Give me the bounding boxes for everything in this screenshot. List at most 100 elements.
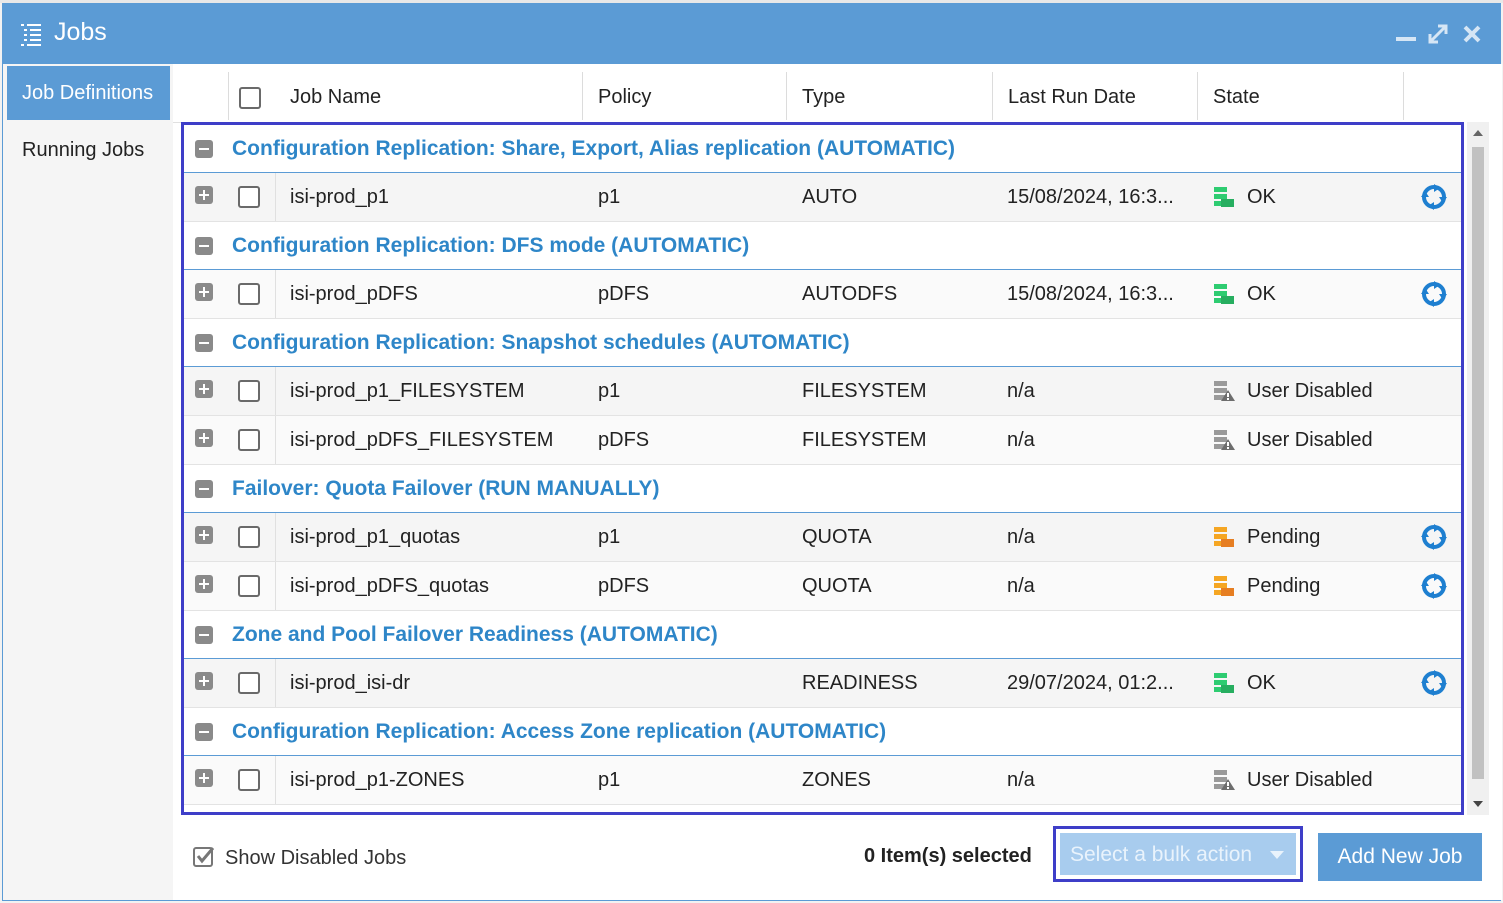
row-checkbox[interactable] xyxy=(238,526,260,548)
close-icon[interactable] xyxy=(1459,21,1485,47)
table-row[interactable]: isi-prod_pDFS_quotas pDFS QUOTA n/a Pending xyxy=(184,562,1461,611)
row-divider xyxy=(275,173,276,221)
row-checkbox[interactable] xyxy=(238,380,260,402)
row-checkbox[interactable] xyxy=(238,769,260,791)
run-now-icon[interactable] xyxy=(1421,573,1447,599)
sidebar-item-running-jobs[interactable]: Running Jobs xyxy=(7,123,170,177)
header-job-name[interactable]: Job Name xyxy=(290,86,381,109)
expand-icon[interactable] xyxy=(195,283,213,301)
header-divider xyxy=(786,72,787,120)
row-checkbox[interactable] xyxy=(238,429,260,451)
expand-icon[interactable] xyxy=(195,526,213,544)
state-cell: Pending xyxy=(1247,575,1321,597)
policy-cell: p1 xyxy=(598,526,621,548)
scrollbar-thumb[interactable] xyxy=(1472,147,1484,779)
main-panel: Job Name Policy Type Last Run Date State… xyxy=(173,64,1502,900)
group-header: Zone and Pool Failover Readiness (AUTOMA… xyxy=(184,611,1461,659)
collapse-icon[interactable] xyxy=(195,237,213,255)
add-new-job-button[interactable]: Add New Job xyxy=(1318,833,1482,881)
table-row[interactable]: isi-prod_pDFS_FILESYSTEM pDFS FILESYSTEM n/… xyxy=(184,416,1461,465)
scroll-down-arrow-icon[interactable] xyxy=(1473,801,1483,807)
state-cell: User Disabled xyxy=(1247,429,1373,451)
last-run-cell: n/a xyxy=(1007,769,1035,791)
job-name-cell: isi-prod_p1_FILESYSTEM xyxy=(290,380,525,402)
last-run-cell: n/a xyxy=(1007,380,1035,402)
chevron-down-icon xyxy=(1270,851,1284,859)
type-cell: QUOTA xyxy=(802,575,872,597)
expand-icon[interactable] xyxy=(195,380,213,398)
header-divider xyxy=(1403,72,1404,120)
collapse-icon[interactable] xyxy=(195,626,213,644)
table-row[interactable]: isi-prod_p1-ZONES p1 ZONES n/a User Disabled xyxy=(184,756,1461,805)
policy-cell: pDFS xyxy=(598,429,650,451)
ok-state-icon xyxy=(1214,673,1234,693)
row-checkbox[interactable] xyxy=(238,575,260,597)
header-policy[interactable]: Policy xyxy=(598,86,651,109)
ok-state-icon xyxy=(1214,187,1234,207)
collapse-icon[interactable] xyxy=(195,140,213,158)
group-header: Configuration Replication: DFS mode (AUT… xyxy=(184,222,1461,270)
collapse-icon[interactable] xyxy=(195,334,213,352)
table-header: Job Name Policy Type Last Run Date State xyxy=(173,72,1464,123)
user-disabled-state-icon xyxy=(1214,381,1235,401)
table-row[interactable]: isi-prod_p1_quotas p1 QUOTA n/a Pending xyxy=(184,513,1461,562)
show-disabled-checkbox[interactable] xyxy=(193,845,215,867)
collapse-icon[interactable] xyxy=(195,480,213,498)
header-divider xyxy=(1197,72,1198,120)
run-now-icon[interactable] xyxy=(1421,281,1447,307)
last-run-cell: 15/08/2024, 16:3... xyxy=(1007,186,1174,208)
expand-icon[interactable] xyxy=(195,186,213,204)
row-checkbox[interactable] xyxy=(238,283,260,305)
bulk-action-dropdown[interactable]: Select a bulk action xyxy=(1060,833,1296,875)
ok-state-icon xyxy=(1214,284,1234,304)
vertical-scrollbar[interactable] xyxy=(1467,122,1489,815)
group-header: Configuration Replication: Access Zone r… xyxy=(184,708,1461,756)
job-name-cell: isi-prod_pDFS_quotas xyxy=(290,575,489,597)
last-run-cell: 29/07/2024, 01:2... xyxy=(1007,672,1174,694)
policy-cell: p1 xyxy=(598,769,621,791)
jobs-table-body: Configuration Replication: Share, Export… xyxy=(181,122,1464,815)
run-now-icon[interactable] xyxy=(1421,524,1447,550)
table-row[interactable]: isi-prod_p1_FILESYSTEM p1 FILESYSTEM n/a Use… xyxy=(184,367,1461,416)
row-divider xyxy=(275,270,276,318)
sidebar-item-job-definitions[interactable]: Job Definitions xyxy=(7,66,170,120)
row-checkbox[interactable] xyxy=(238,186,260,208)
group-title: Failover: Quota Failover (RUN MANUALLY) xyxy=(232,477,660,500)
jobs-window: Jobs Job Definitions Running Jobs Job Na… xyxy=(2,3,1502,901)
show-disabled-label[interactable]: Show Disabled Jobs xyxy=(225,847,406,870)
user-disabled-state-icon xyxy=(1214,430,1235,450)
group-title: Zone and Pool Failover Readiness (AUTOMA… xyxy=(232,623,718,646)
job-name-cell: isi-prod_isi-dr xyxy=(290,672,411,694)
table-row[interactable]: isi-prod_pDFS pDFS AUTODFS 15/08/2024, 16:3… xyxy=(184,270,1461,319)
header-type[interactable]: Type xyxy=(802,86,845,109)
expand-icon[interactable] xyxy=(195,575,213,593)
expand-icon[interactable] xyxy=(195,672,213,690)
table-row[interactable]: isi-prod_isi-dr READINESS 29/07/2024, 01:2… xyxy=(184,659,1461,708)
row-divider xyxy=(275,562,276,610)
state-cell: User Disabled xyxy=(1247,380,1373,402)
bulk-action-select[interactable]: Select a bulk action xyxy=(1053,826,1303,882)
select-all-checkbox[interactable] xyxy=(239,87,261,109)
run-now-icon[interactable] xyxy=(1421,184,1447,210)
header-last-run-date[interactable]: Last Run Date xyxy=(1008,86,1136,109)
policy-cell: pDFS xyxy=(598,283,650,305)
maximize-icon[interactable] xyxy=(1425,21,1451,47)
minimize-icon[interactable] xyxy=(1393,21,1419,47)
group-header: Configuration Replication: Snapshot sche… xyxy=(184,319,1461,367)
last-run-cell: n/a xyxy=(1007,575,1035,597)
type-cell: FILESYSTEM xyxy=(802,429,927,451)
state-cell: OK xyxy=(1247,672,1276,694)
collapse-icon[interactable] xyxy=(195,723,213,741)
policy-cell: pDFS xyxy=(598,575,650,597)
scroll-up-arrow-icon[interactable] xyxy=(1473,130,1483,136)
last-run-cell: n/a xyxy=(1007,429,1035,451)
header-state[interactable]: State xyxy=(1213,86,1260,109)
pending-state-icon xyxy=(1214,576,1234,596)
run-now-icon[interactable] xyxy=(1421,670,1447,696)
expand-icon[interactable] xyxy=(195,769,213,787)
last-run-cell: 15/08/2024, 16:3... xyxy=(1007,283,1174,305)
expand-icon[interactable] xyxy=(195,429,213,447)
row-checkbox[interactable] xyxy=(238,672,260,694)
job-name-cell: isi-prod_pDFS xyxy=(290,283,418,305)
table-row[interactable]: isi-prod_p1 p1 AUTO 15/08/2024, 16:3... OK xyxy=(184,173,1461,222)
